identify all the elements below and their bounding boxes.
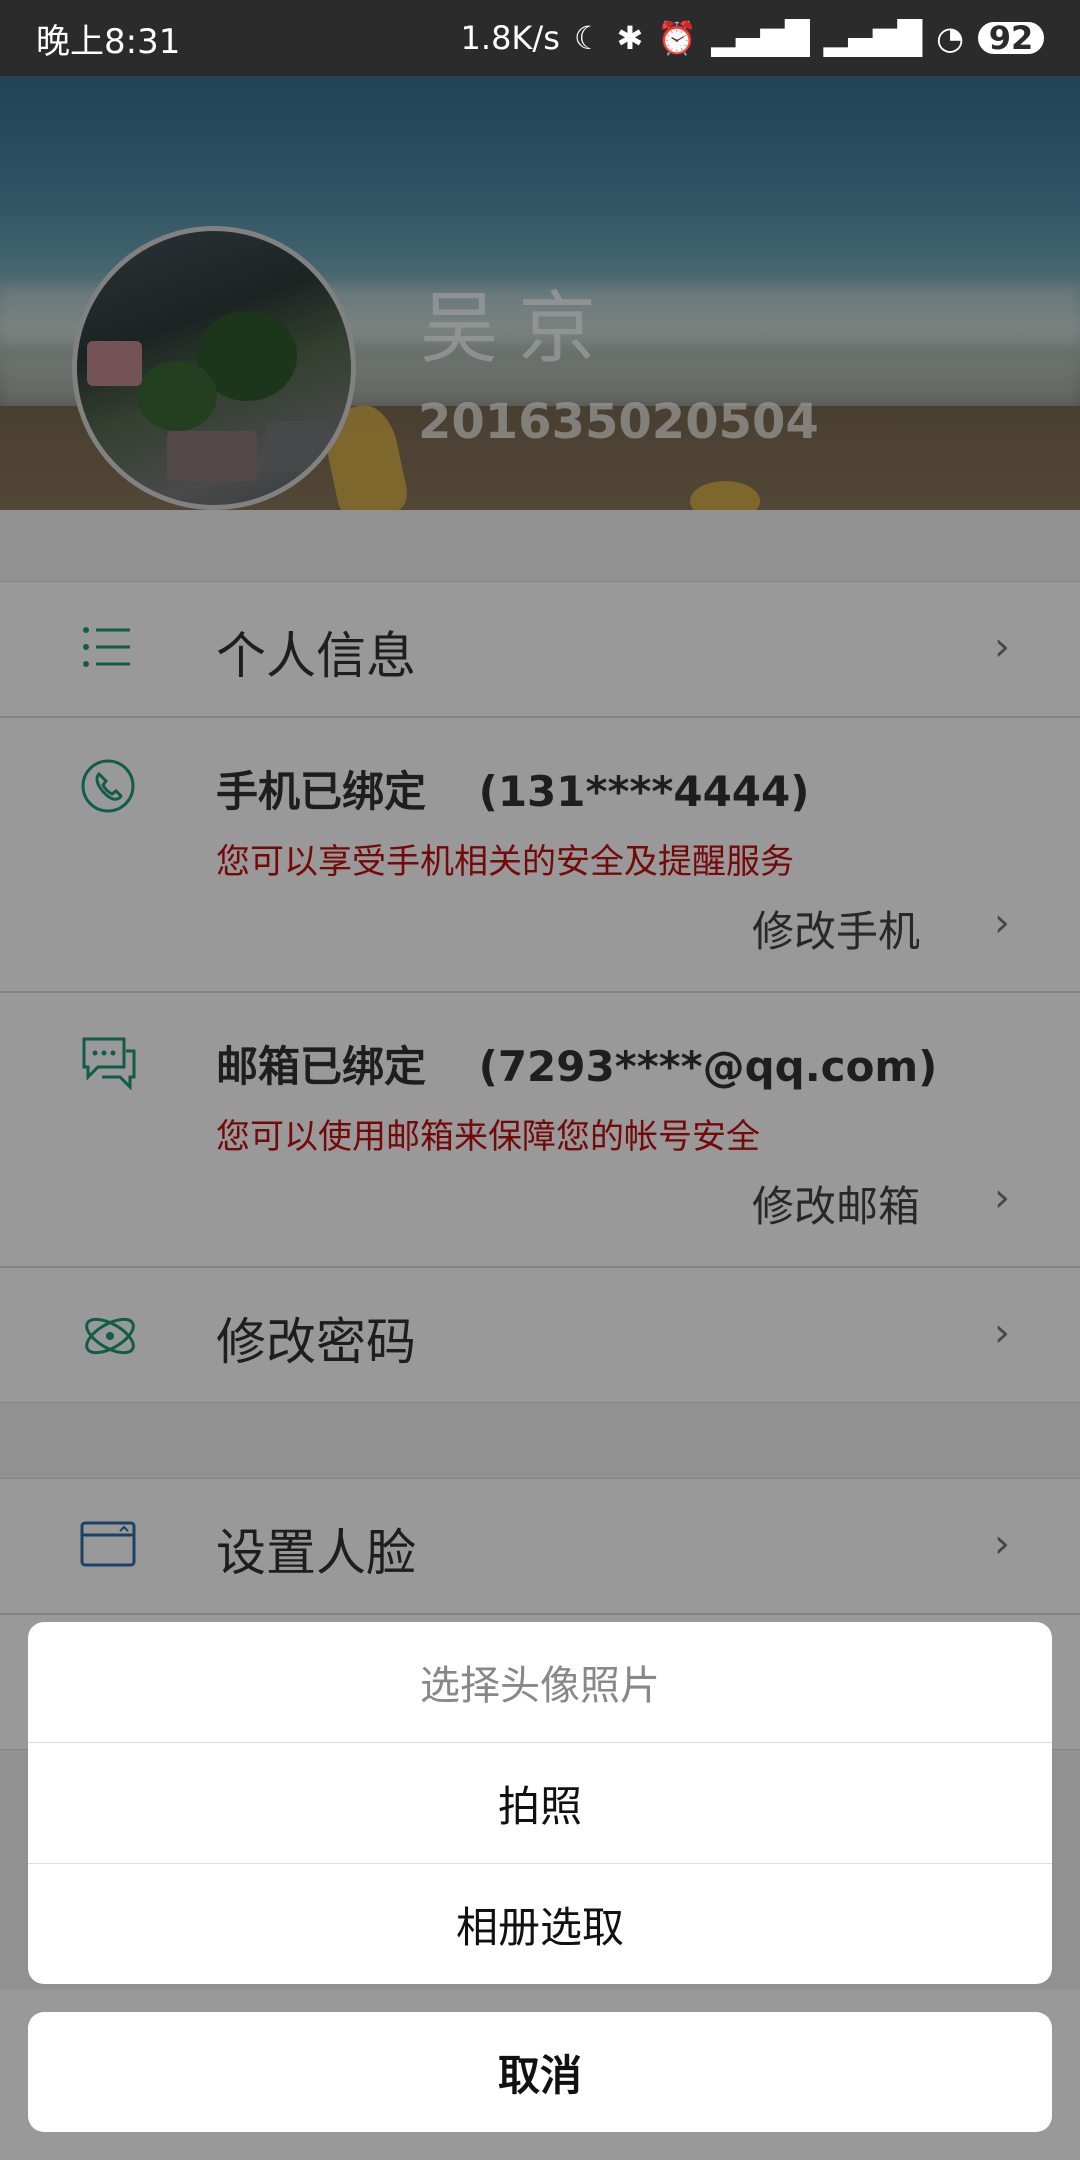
- hd-signal-icon: ▂▄▆█: [823, 19, 923, 57]
- network-speed: 1.8K/s: [460, 19, 560, 57]
- cancel-button[interactable]: 取消: [28, 2012, 1052, 2132]
- alarm-icon: ⏰: [657, 19, 698, 57]
- wifi-icon: ◔: [936, 19, 964, 57]
- moon-icon: ☾: [573, 19, 603, 57]
- battery-icon: 92: [978, 19, 1044, 57]
- sheet-title: 选择头像照片: [28, 1622, 1052, 1743]
- status-time: 晚上8:31: [36, 21, 181, 62]
- status-icons: 1.8K/s ☾ ✱ ⏰ ▂▄▆█ ▂▄▆█ ◔ 92: [461, 19, 1044, 57]
- bluetooth-icon: ✱: [616, 19, 644, 57]
- choose-from-album-button[interactable]: 相册选取: [28, 1864, 1052, 1984]
- signal-icon: ▂▄▆█: [711, 19, 810, 57]
- status-bar: 晚上8:31 1.8K/s ☾ ✱ ⏰ ▂▄▆█ ▂▄▆█ ◔ 92: [0, 0, 1080, 76]
- take-photo-button[interactable]: 拍照: [28, 1743, 1052, 1864]
- avatar-action-sheet: 选择头像照片 拍照 相册选取: [28, 1622, 1052, 1984]
